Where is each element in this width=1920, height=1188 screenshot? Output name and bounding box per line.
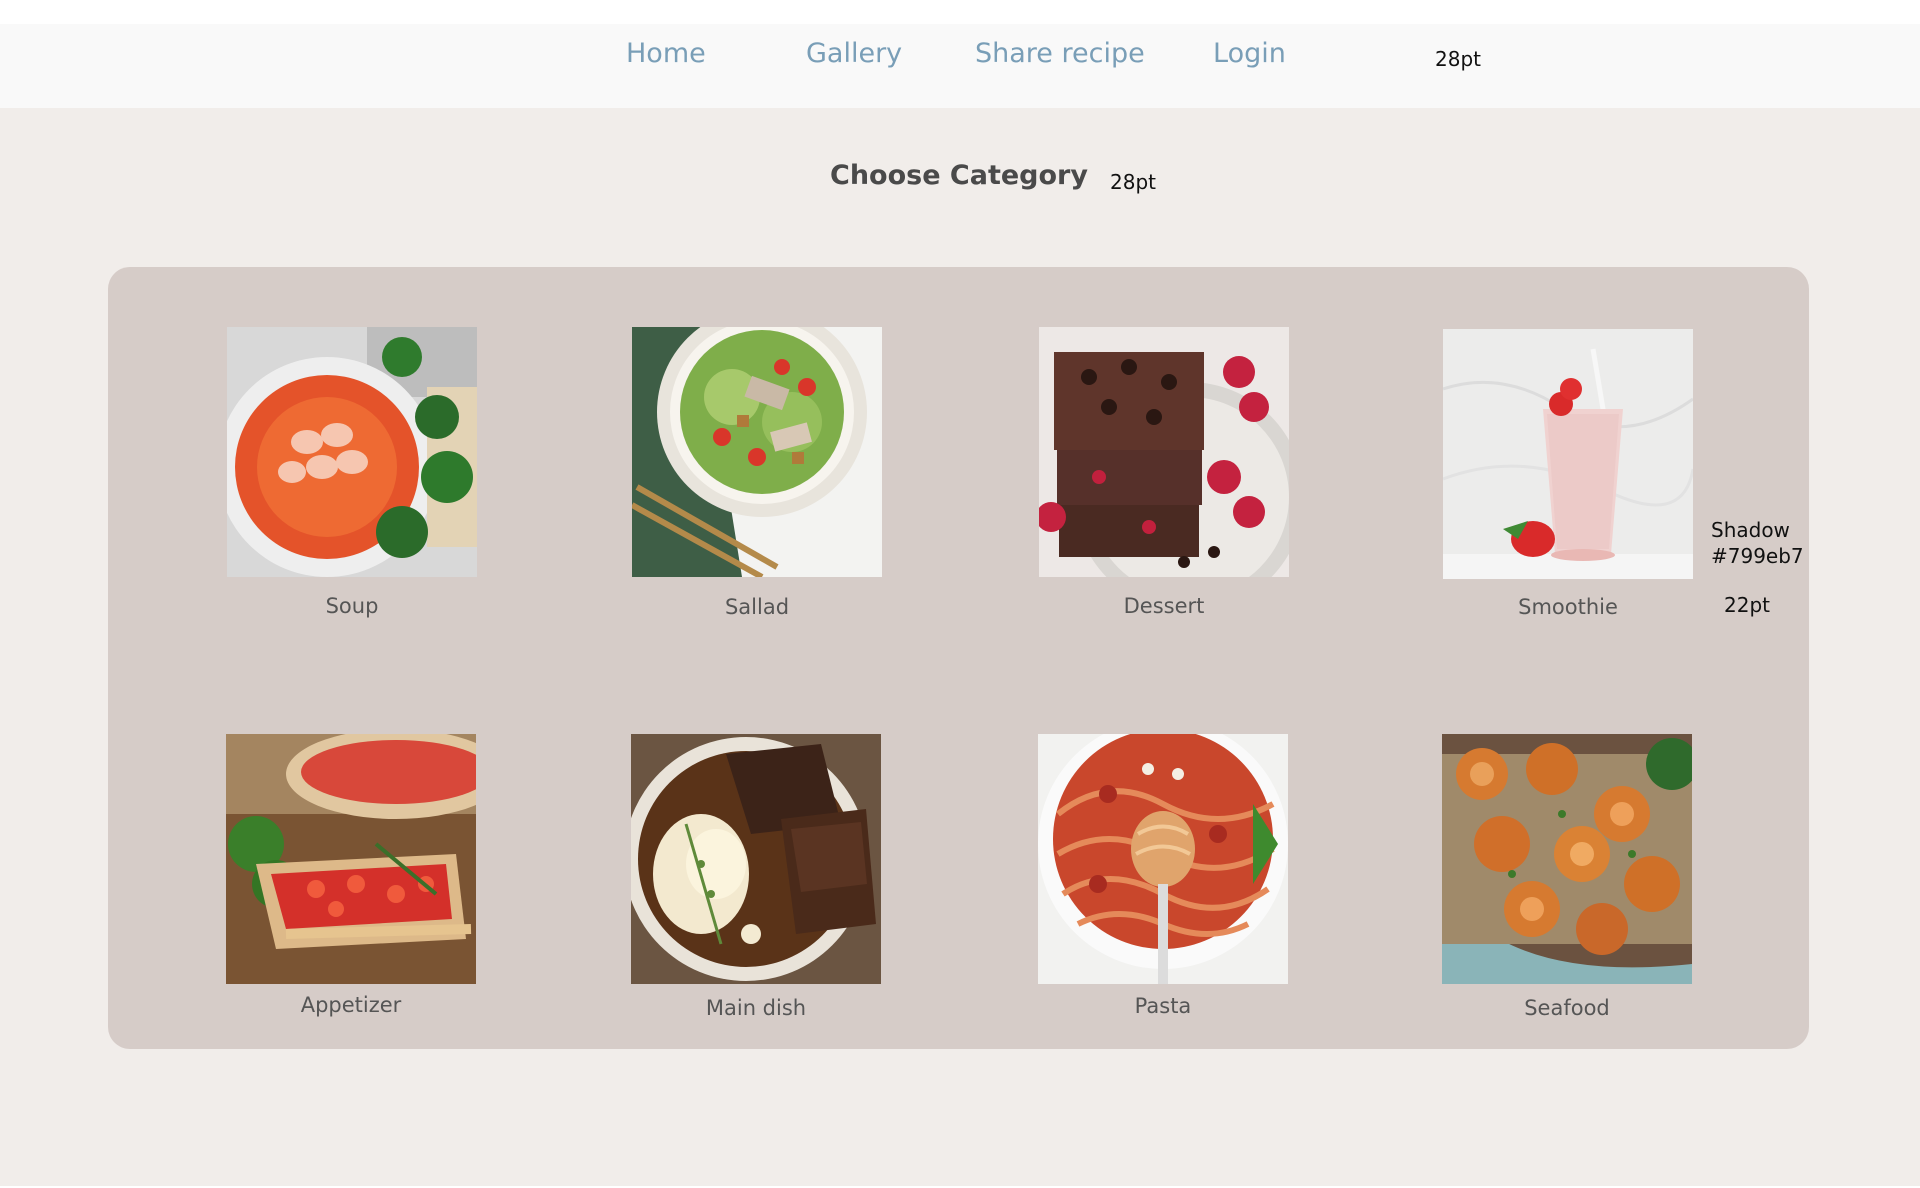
shadow-annotation-line2: #799eb7 bbox=[1711, 544, 1804, 568]
nav-share-recipe-link[interactable]: Share recipe bbox=[975, 38, 1145, 69]
category-card-appetizer[interactable]: Appetizer bbox=[226, 734, 476, 1017]
salad-image bbox=[632, 327, 882, 577]
nav-gallery-link[interactable]: Gallery bbox=[806, 38, 902, 69]
smoothie-image bbox=[1443, 329, 1693, 579]
page-title: Choose Category bbox=[830, 160, 1088, 191]
category-label-dessert: Dessert bbox=[1123, 594, 1205, 618]
category-card-main-dish[interactable]: Main dish bbox=[631, 734, 881, 1020]
category-card-dessert[interactable]: Dessert bbox=[1039, 327, 1289, 618]
category-panel: Soup Sallad Dessert Smoothie Appetizer M… bbox=[108, 267, 1809, 1049]
shrimp-image bbox=[1442, 734, 1692, 984]
nav-login-link[interactable]: Login bbox=[1213, 38, 1286, 69]
brownie-image bbox=[1039, 327, 1289, 577]
category-card-pasta[interactable]: Pasta bbox=[1038, 734, 1288, 1018]
shadow-annotation-line1: Shadow bbox=[1711, 518, 1790, 542]
soup-image bbox=[227, 327, 477, 577]
category-label-appetizer: Appetizer bbox=[300, 993, 402, 1017]
category-label-sallad: Sallad bbox=[724, 595, 790, 619]
navbar: Home Gallery Share recipe Login 28pt bbox=[0, 24, 1920, 108]
spaghetti-image bbox=[1038, 734, 1288, 984]
category-card-smoothie[interactable]: Smoothie bbox=[1443, 329, 1693, 619]
stew-image bbox=[631, 734, 881, 984]
category-card-soup[interactable]: Soup bbox=[227, 327, 477, 618]
category-label-pasta: Pasta bbox=[1134, 994, 1192, 1018]
category-label-soup: Soup bbox=[325, 594, 379, 618]
title-font-size-note: 28pt bbox=[1110, 170, 1156, 194]
category-label-seafood: Seafood bbox=[1524, 996, 1610, 1020]
category-label-smoothie: Smoothie bbox=[1518, 595, 1618, 619]
category-card-sallad[interactable]: Sallad bbox=[632, 327, 882, 619]
bruschetta-image bbox=[226, 734, 476, 984]
label-font-size-note: 22pt bbox=[1724, 593, 1770, 617]
category-label-main-dish: Main dish bbox=[705, 996, 807, 1020]
top-strip bbox=[0, 0, 1920, 24]
nav-home-link[interactable]: Home bbox=[626, 38, 706, 69]
category-card-seafood[interactable]: Seafood bbox=[1442, 734, 1692, 1020]
nav-font-size-note: 28pt bbox=[1435, 47, 1481, 71]
